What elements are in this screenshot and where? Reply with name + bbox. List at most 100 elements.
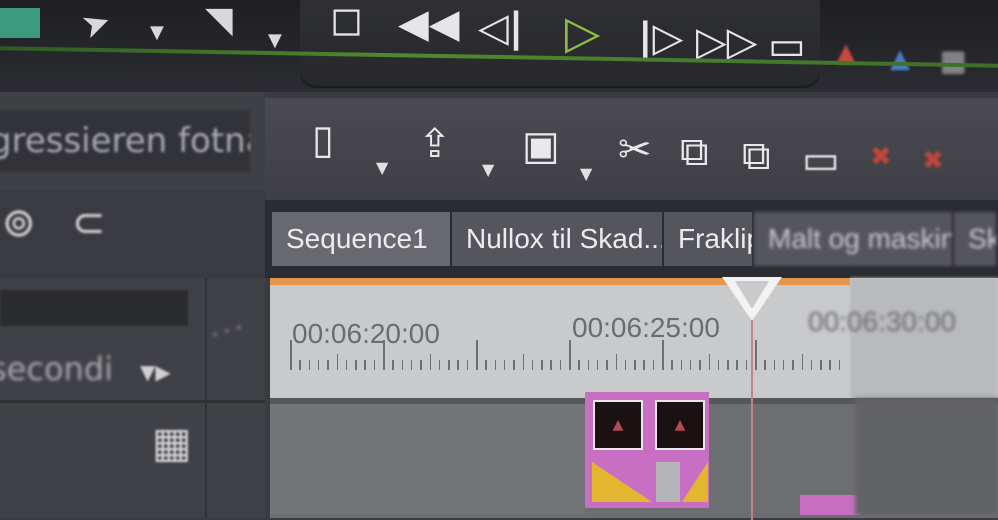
ruler-tick [401, 360, 404, 370]
ruler-tick [755, 340, 757, 370]
rewind-icon[interactable]: ◀◀ [398, 4, 460, 44]
copy-icon[interactable]: ⧉ [680, 130, 709, 174]
open-icon[interactable]: ⇪ [418, 122, 452, 166]
panel-divider [205, 278, 207, 518]
marker-out-icon[interactable]: ▲ [890, 44, 910, 74]
ruler-tick [476, 340, 478, 370]
ruler-tick [327, 360, 329, 370]
ruler-tick [336, 354, 338, 370]
ruler-tick [792, 360, 794, 370]
save-icon[interactable]: ▣ [522, 124, 560, 168]
transition-block[interactable] [656, 462, 680, 502]
chevron-down-icon[interactable]: ▼ [376, 158, 388, 177]
ruler-tick [569, 340, 571, 370]
ruler-tick [438, 360, 441, 370]
thumbnail-figure-icon: ▲ [612, 417, 624, 433]
ruler-tick [410, 360, 413, 370]
ruler-tick [699, 360, 701, 370]
ruler-tick [383, 340, 385, 370]
ruler-tick [615, 354, 617, 370]
clip-thumbnail: ▲ [655, 400, 705, 450]
ruler-tick [662, 340, 664, 370]
ruler-tick [457, 360, 459, 370]
magnet-icon[interactable]: ⊂ [72, 200, 106, 246]
step-forward-icon[interactable]: |▷ [638, 18, 683, 58]
playhead-inner [735, 281, 769, 309]
ruler-tick [587, 360, 590, 370]
play-icon[interactable]: ▷ [565, 9, 600, 55]
tab-ska[interactable]: Ska [954, 212, 998, 266]
ruler-tick [308, 360, 311, 370]
ruler-tick [736, 360, 738, 370]
ruler-tick [652, 360, 655, 370]
ruler-tick [559, 360, 562, 370]
ruler-tick [513, 360, 515, 370]
stop-icon[interactable]: ◻ [330, 0, 363, 40]
ruler-tick [299, 360, 301, 370]
divider [0, 400, 265, 403]
chevron-down-icon[interactable]: ▼ [150, 22, 164, 43]
track-name-input[interactable] [0, 290, 188, 326]
chevron-down-icon[interactable]: ▼ [482, 160, 494, 179]
thumbnail-figure-icon: ▲ [674, 417, 686, 433]
video-clip-2[interactable] [800, 495, 860, 515]
ruler-tick [717, 360, 720, 370]
film-strip-icon[interactable]: ▦ [152, 418, 192, 467]
tab-malt[interactable]: Malt og maskine... [754, 212, 954, 266]
ruler-tick [680, 360, 683, 370]
paste-icon[interactable]: ⧉ [742, 134, 771, 178]
ruler-tick [550, 360, 552, 370]
ruler-tick [671, 360, 673, 370]
link-icon[interactable]: ▭ [802, 138, 840, 182]
ruler-tick [634, 360, 636, 370]
ruler-tick [801, 354, 803, 370]
ruler-tick [373, 360, 376, 370]
ruler-tick [782, 360, 785, 370]
ruler-tick [689, 360, 692, 370]
ruler-tick [773, 360, 776, 370]
marker-icon[interactable]: ▦ [940, 44, 966, 77]
project-name-field[interactable]: gressieren fotnaller [0, 110, 250, 172]
ruler-tick [485, 360, 487, 370]
media-icon[interactable]: ⊚ [2, 200, 36, 246]
ruler-tick [810, 360, 813, 370]
delete-gap-icon[interactable]: ✖ [922, 146, 944, 176]
ruler-tick [420, 360, 422, 370]
chevron-down-icon[interactable]: ▼▶ [140, 360, 171, 384]
ruler-tick [606, 360, 608, 370]
playhead-line [751, 320, 753, 520]
delete-icon[interactable]: ✖ [870, 142, 892, 172]
chevron-down-icon[interactable]: ▼ [580, 164, 592, 183]
tab-fraklip[interactable]: Fraklip [664, 212, 754, 266]
ruler-tick [820, 360, 822, 370]
ruler-tick [838, 360, 841, 370]
ruler-tick [429, 354, 431, 370]
ruler-tick [764, 360, 766, 370]
ruler-tick [624, 360, 627, 370]
status-indicator [0, 8, 40, 38]
ruler-tick [578, 360, 580, 370]
ruler-tick [522, 354, 524, 370]
ruler-tick [745, 360, 748, 370]
cut-icon[interactable]: ✂ [618, 128, 652, 172]
tab-nullox[interactable]: Nullox til Skad... [452, 212, 664, 266]
timeline-ruler-end [850, 278, 998, 398]
clip-thumbnail: ▲ [593, 400, 643, 450]
ruler-tick [448, 360, 450, 370]
ruler-tick [392, 360, 394, 370]
ruler-tick [317, 360, 320, 370]
ruler-tick [345, 360, 348, 370]
step-back-icon[interactable]: ◁| [478, 8, 523, 48]
tab-sequence1[interactable]: Sequence1 [272, 212, 452, 266]
chevron-down-icon[interactable]: ▼ [268, 30, 282, 51]
track-area [270, 404, 585, 514]
ruler-tick [466, 360, 469, 370]
ruler-tick [541, 360, 543, 370]
timecode-label: 00:06:30:00 [808, 306, 956, 337]
new-file-icon[interactable]: ▯ [312, 118, 334, 162]
fast-forward-icon[interactable]: ▷▷ [696, 22, 758, 62]
left-panel-tools [0, 190, 265, 280]
ruler-tick [596, 360, 599, 370]
trim-tool-icon[interactable]: ◥ [205, 0, 233, 41]
ruler-tick [727, 360, 729, 370]
